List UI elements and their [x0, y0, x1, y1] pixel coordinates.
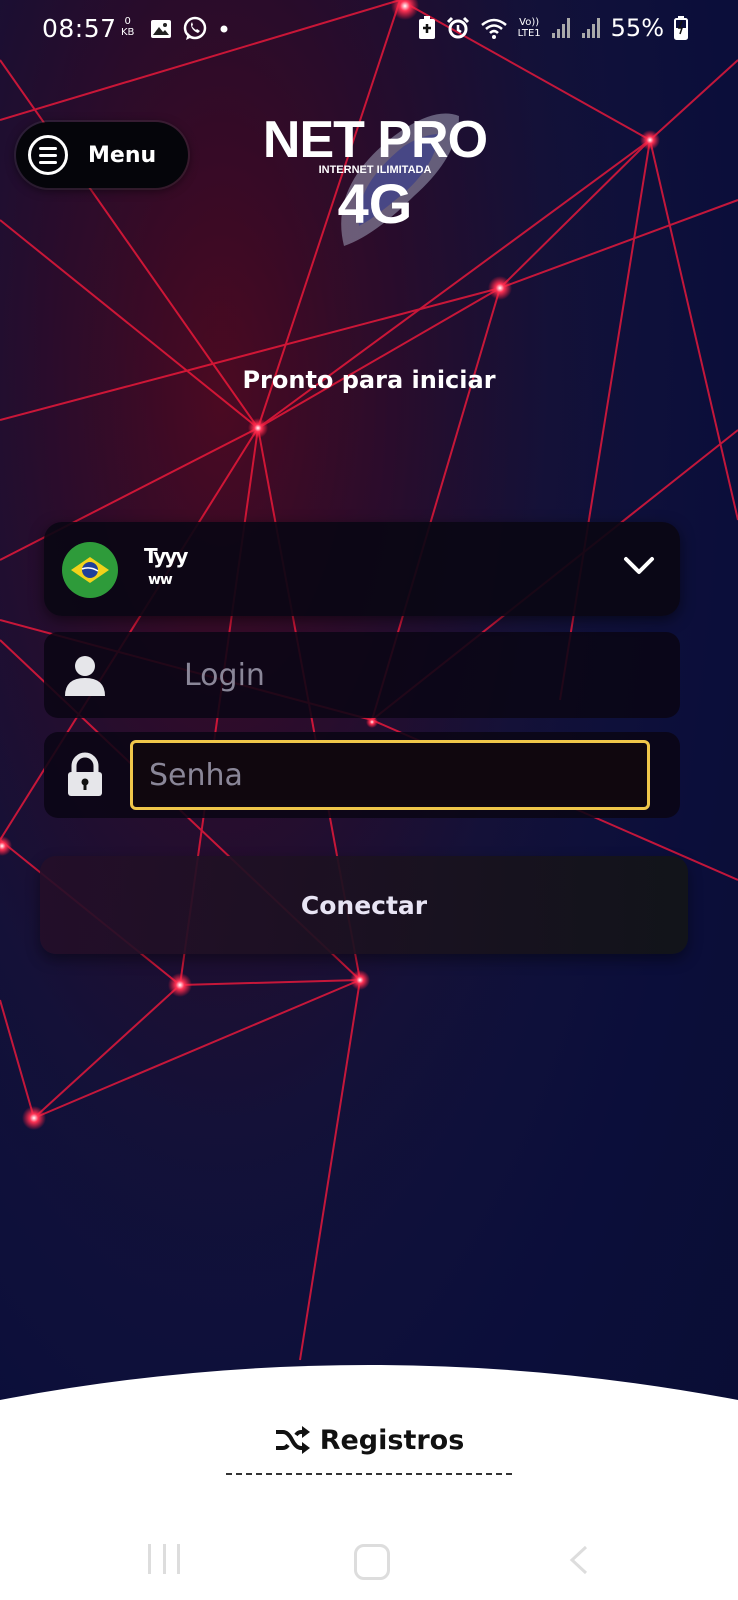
connect-button[interactable]: Conectar	[40, 856, 688, 954]
status-system-icons: Vo)) LTE1 55%	[418, 14, 688, 42]
login-input[interactable]	[184, 650, 664, 700]
hamburger-icon	[28, 135, 68, 175]
app-screen: 08:57 0 KB Vo)) LTE1 55% Menu NET PRO IN…	[0, 0, 738, 1600]
volte-label: Vo))	[519, 17, 540, 28]
app-logo: NET PRO INTERNET ILIMITADA 4G	[260, 110, 490, 250]
server-name: Tyyy	[144, 544, 188, 568]
volte-indicator: Vo)) LTE1	[518, 17, 541, 39]
battery-saver-icon	[418, 16, 435, 39]
logo-badge: 4G	[337, 172, 413, 235]
data-speed-indicator: 0 KB	[121, 16, 134, 38]
system-navigation-bar	[0, 1530, 738, 1590]
login-field-row	[44, 632, 680, 718]
dot-icon	[220, 25, 228, 33]
signal-icon-2	[581, 18, 600, 38]
gallery-icon	[151, 20, 171, 38]
lock-icon	[68, 752, 102, 796]
battery-percentage: 55%	[610, 14, 664, 42]
wifi-icon	[480, 18, 507, 39]
status-bar: 08:57 0 KB Vo)) LTE1 55%	[0, 0, 738, 62]
brazil-flag-icon	[62, 542, 118, 598]
recent-apps-icon[interactable]	[148, 1544, 180, 1574]
password-input[interactable]	[130, 740, 650, 810]
connect-label: Conectar	[300, 890, 428, 920]
menu-button[interactable]: Menu	[16, 122, 188, 188]
whatsapp-icon	[183, 16, 207, 40]
battery-icon	[674, 16, 688, 40]
shuffle-icon	[275, 1426, 310, 1454]
connection-status-text: Pronto para iniciar	[242, 366, 496, 394]
back-icon[interactable]	[566, 1544, 590, 1576]
chevron-down-icon	[624, 557, 654, 574]
signal-icon	[551, 18, 570, 38]
status-time: 08:57	[42, 14, 117, 43]
registros-link[interactable]: Registros	[0, 1424, 738, 1456]
server-selector[interactable]: Tyyy ww	[44, 522, 680, 616]
password-field-row	[44, 732, 680, 818]
data-speed-unit: KB	[121, 27, 135, 38]
logo-title: NET PRO	[262, 111, 488, 169]
registros-label: Registros	[319, 1424, 465, 1456]
server-subtitle: ww	[148, 572, 173, 588]
home-icon[interactable]	[354, 1544, 390, 1580]
data-speed-value: 0	[124, 16, 131, 27]
user-icon	[65, 656, 105, 696]
status-notification-icons	[150, 16, 230, 42]
alarm-icon	[446, 16, 469, 39]
network-label: LTE1	[517, 28, 541, 39]
registros-underline	[226, 1473, 512, 1475]
menu-label: Menu	[88, 142, 157, 168]
